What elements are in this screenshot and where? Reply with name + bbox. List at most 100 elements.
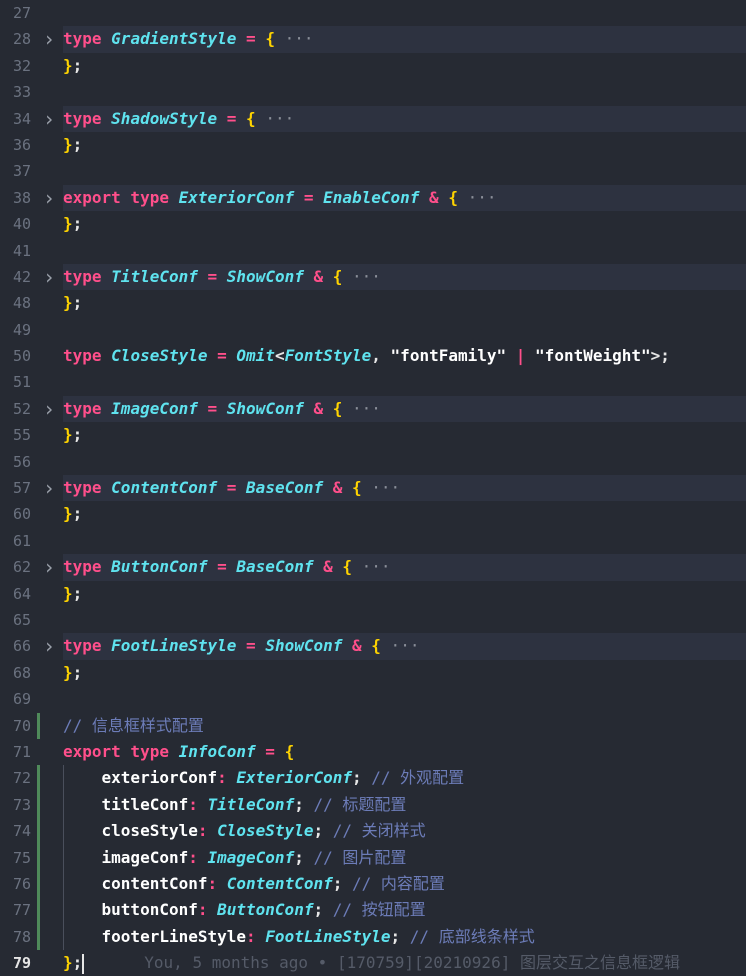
code-line[interactable]: 70 // 信息框样式配置 [0,712,746,739]
token: = [217,478,247,498]
token: FontStyle [284,346,372,366]
token: // 图片配置 [313,847,407,867]
token: ; [294,847,314,867]
line-number: 64 [12,584,31,603]
line-number: 62 [12,558,31,577]
indent-guide [63,870,64,898]
token: = [197,266,227,286]
code-line[interactable]: 64}; [0,581,746,607]
token: ImageConf [111,398,198,418]
token: & [323,478,353,498]
git-change-marker [37,923,40,951]
code-line[interactable]: 69 [0,686,746,712]
git-change-marker [37,870,40,898]
fold-chevron-icon[interactable]: › [42,106,56,132]
token: type [63,346,112,366]
code-line[interactable]: 36}; [0,132,746,158]
line-number: 61 [12,531,31,550]
code-line[interactable]: 42 › type TitleConf = ShowConf & { ··· [0,263,746,291]
code-line[interactable]: 48}; [0,290,746,316]
token: & [303,266,333,286]
code-text: imageConf: ImageConf; // 图片配置 [63,845,746,871]
code-line[interactable]: 51 [0,369,746,395]
code-line[interactable]: 60}; [0,501,746,527]
code-line[interactable]: 75 imageConf: ImageConf; // 图片配置 [0,844,746,871]
token: : [207,873,227,893]
git-blame-annotation: You, 5 months ago • [170759][20210926] 图… [144,953,680,973]
code-text: type TitleConf = ShowConf & { ··· [63,263,746,291]
token: } [63,214,73,234]
code-line[interactable]: 78 footerLineStyle: FootLineStyle; // 底部… [0,923,746,951]
code-line[interactable]: 32}; [0,53,746,79]
code-line[interactable]: 37 [0,158,746,184]
code-line[interactable]: 61 [0,528,746,554]
token: ImageConf [207,847,295,867]
token: & [313,557,343,577]
code-text: }; [63,132,746,158]
token: ; [313,900,333,920]
code-line[interactable]: 76 contentConf: ContentConf; // 内容配置 [0,870,746,898]
code-line[interactable]: 74 closeStyle: CloseStyle; // 关闭样式 [0,818,746,845]
token: ; [72,425,83,445]
token: ShowConf [226,266,304,286]
token: ; [72,504,83,524]
code-line[interactable]: 49 [0,317,746,343]
code-text: type ContentConf = BaseConf & { ··· [63,475,746,502]
token: FootLineStyle [265,926,391,946]
git-change-marker [37,818,40,845]
token: { [448,187,458,207]
fold-chevron-icon[interactable]: › [42,185,56,211]
git-change-marker [37,791,40,819]
code-line[interactable]: 55}; [0,422,746,448]
line-number: 78 [12,927,31,946]
code-line[interactable]: 79}; You, 5 months ago • [170759][2021092… [0,950,746,976]
token: } [63,583,73,603]
code-line[interactable]: 62 › type ButtonConf = BaseConf & { ··· [0,554,746,581]
line-number: 72 [12,769,31,788]
token: InfoConf [178,741,256,761]
token: type [63,636,112,656]
token: & [419,187,449,207]
token: ExteriorConf [178,187,295,207]
token: ButtonConf [217,900,314,920]
code-line[interactable]: 28 › type GradientStyle = { ··· [0,26,746,53]
code-line[interactable]: 40}; [0,211,746,237]
fold-chevron-icon[interactable]: › [42,633,56,659]
fold-chevron-icon[interactable]: › [42,26,56,52]
token: ButtonConf [111,557,208,577]
code-editor[interactable]: 27 28 › type GradientStyle = { ··· 32}; 33 34 ›… [0,0,746,974]
code-line[interactable]: 77 buttonConf: ButtonConf; // 按钮配置 [0,897,746,924]
code-line[interactable]: 71 export type InfoConf = { [0,739,746,765]
fold-chevron-icon[interactable]: › [42,475,56,501]
code-text: }; [63,422,746,448]
code-line[interactable]: 56 [0,449,746,475]
code-line[interactable]: 72 exteriorConf: ExteriorConf; // 外观配置 [0,765,746,792]
code-line[interactable]: 33 [0,79,746,105]
fold-chevron-icon[interactable]: › [42,396,56,422]
token: { [332,266,343,286]
code-line[interactable]: 41 [0,238,746,264]
code-line[interactable]: 57 › type ContentConf = BaseConf & { ··· [0,475,746,502]
token: ; [72,662,83,682]
code-line[interactable]: 73 titleConf: TitleConf; // 标题配置 [0,791,746,819]
code-line[interactable]: 27 [0,0,746,26]
code-line[interactable]: 65 [0,607,746,633]
code-text: }; [63,211,746,237]
line-number: 71 [12,742,31,761]
fold-chevron-icon[interactable]: › [42,264,56,290]
indent-guide [63,765,64,792]
code-line[interactable]: 68}; [0,660,746,686]
token: // 外观配置 [371,768,465,788]
code-line[interactable]: 34 › type ShadowStyle = { ··· [0,105,746,132]
indent-guide [63,791,64,819]
token: >; [650,346,670,366]
code-text: type CloseStyle = Omit<FontStyle, "fontF… [63,343,746,369]
line-number: 48 [12,294,31,313]
token: } [63,504,73,524]
code-line[interactable]: 50 type CloseStyle = Omit<FontStyle, "fon… [0,343,746,369]
fold-chevron-icon[interactable]: › [42,554,56,580]
code-line[interactable]: 52 › type ImageConf = ShowConf & { ··· [0,395,746,423]
code-line[interactable]: 38 › export type ExteriorConf = EnableConf… [0,184,746,212]
code-line[interactable]: 66 › type FootLineStyle = ShowConf & { ··· [0,633,746,660]
